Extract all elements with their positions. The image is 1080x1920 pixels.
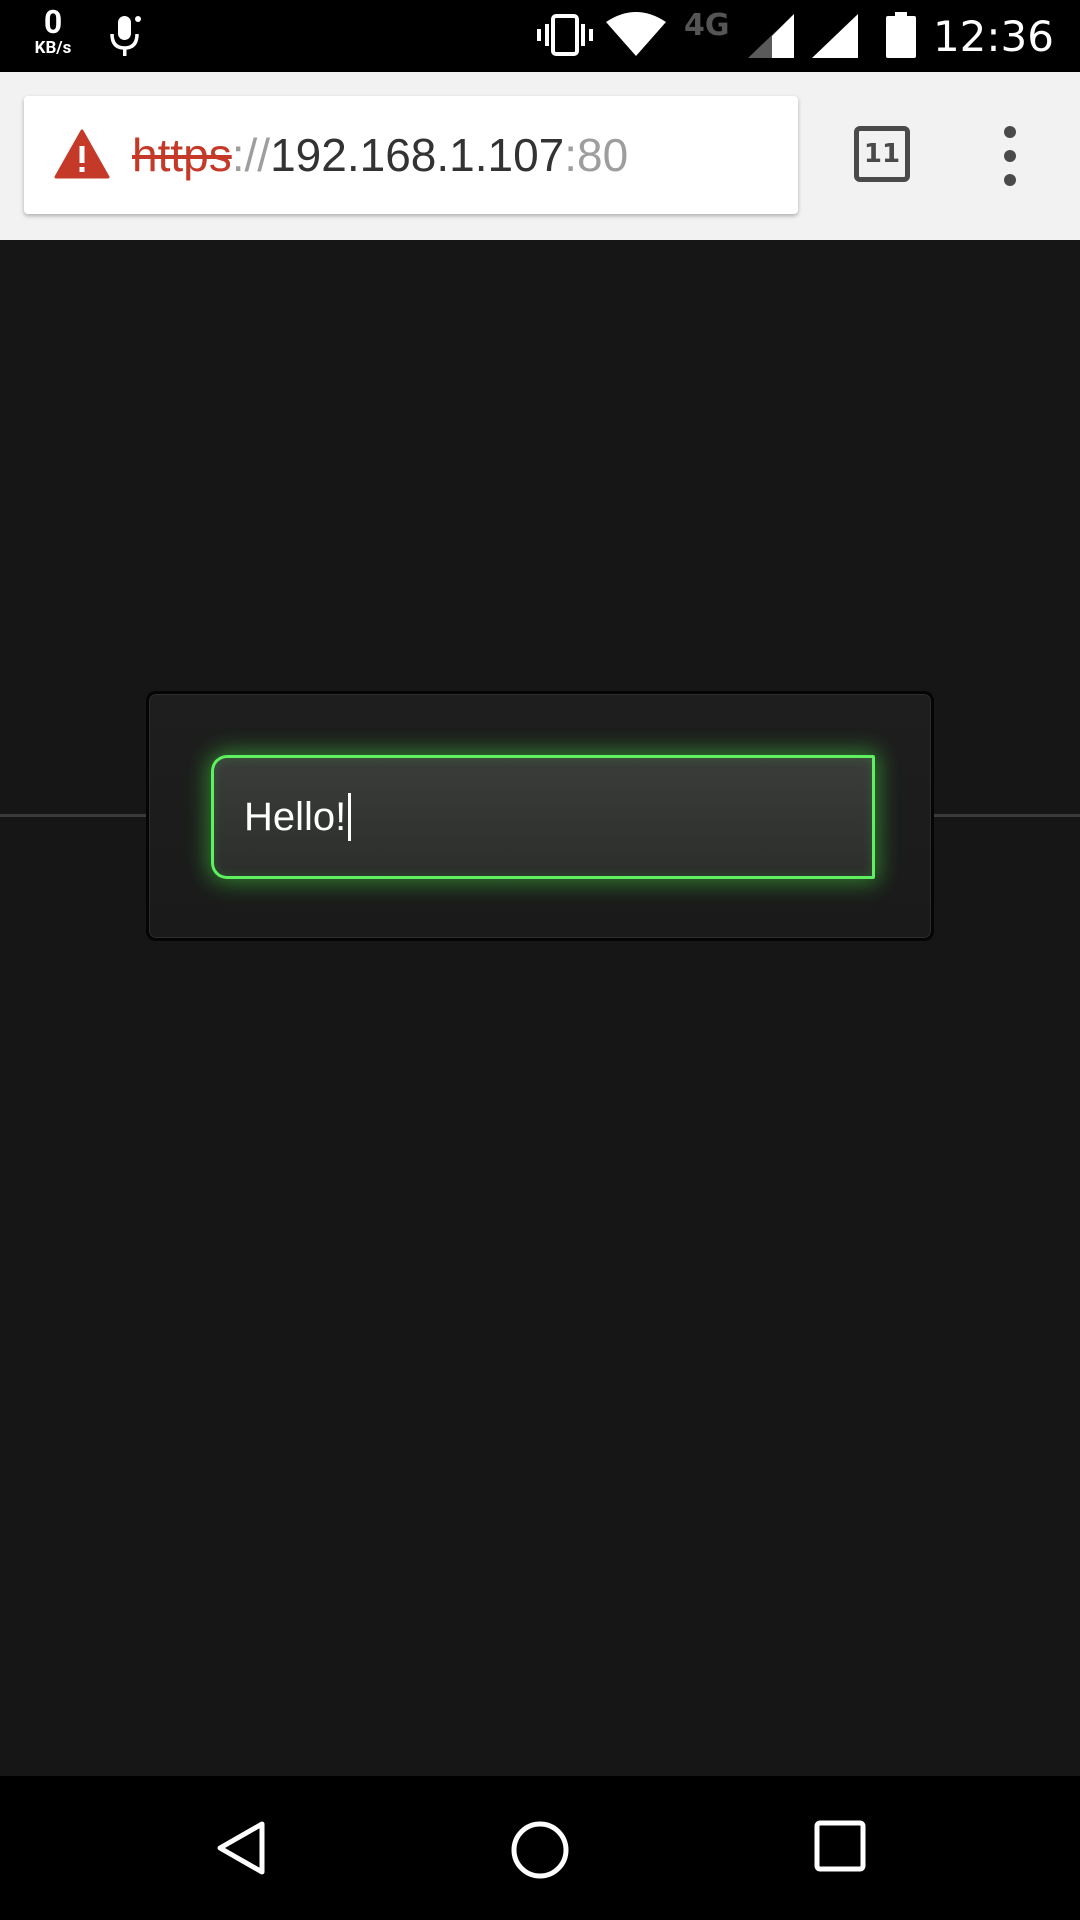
- vibrate-icon: [537, 12, 593, 62]
- divider-line: [0, 814, 146, 817]
- tab-switcher-button[interactable]: 11: [854, 126, 910, 182]
- mic-icon: [108, 14, 142, 62]
- network-speed-value: 0: [43, 3, 63, 41]
- web-page: Hello!: [0, 240, 1080, 1776]
- url-host: 192.168.1.107: [270, 129, 565, 181]
- url-separator: ://: [231, 129, 271, 181]
- navigation-bar: [0, 1776, 1080, 1920]
- overflow-menu-button[interactable]: [990, 126, 1030, 186]
- menu-dot-icon: [1004, 126, 1016, 138]
- url-scheme: https: [132, 129, 232, 181]
- browser-toolbar: https://192.168.1.107:80 11: [0, 72, 1080, 240]
- text-input-value: Hello!: [244, 794, 347, 839]
- address-bar[interactable]: https://192.168.1.107:80: [24, 96, 798, 214]
- divider-line: [934, 814, 1080, 817]
- recents-icon[interactable]: [814, 1820, 866, 1876]
- signal-icon: [748, 14, 794, 62]
- menu-dot-icon: [1004, 150, 1016, 162]
- battery-icon: [886, 12, 916, 62]
- back-icon[interactable]: [212, 1818, 272, 1882]
- menu-dot-icon: [1004, 174, 1016, 186]
- status-bar: 0 KB/s 4G 12:36: [0, 0, 1080, 72]
- url-port: :80: [564, 129, 629, 181]
- signal-icon: [812, 14, 858, 62]
- text-input[interactable]: Hello!: [211, 755, 875, 879]
- url-text[interactable]: https://192.168.1.107:80: [132, 126, 628, 184]
- input-panel: Hello!: [146, 691, 934, 941]
- home-icon[interactable]: [508, 1818, 572, 1886]
- clock: 12:36: [932, 12, 1054, 61]
- text-caret: [348, 793, 352, 841]
- tab-count: 11: [863, 139, 901, 169]
- wifi-icon: [606, 12, 666, 62]
- network-type: 4G: [684, 8, 730, 43]
- warning-icon[interactable]: [54, 129, 110, 183]
- network-speed: 0 KB/s: [20, 6, 86, 57]
- network-speed-unit: KB/s: [34, 38, 72, 58]
